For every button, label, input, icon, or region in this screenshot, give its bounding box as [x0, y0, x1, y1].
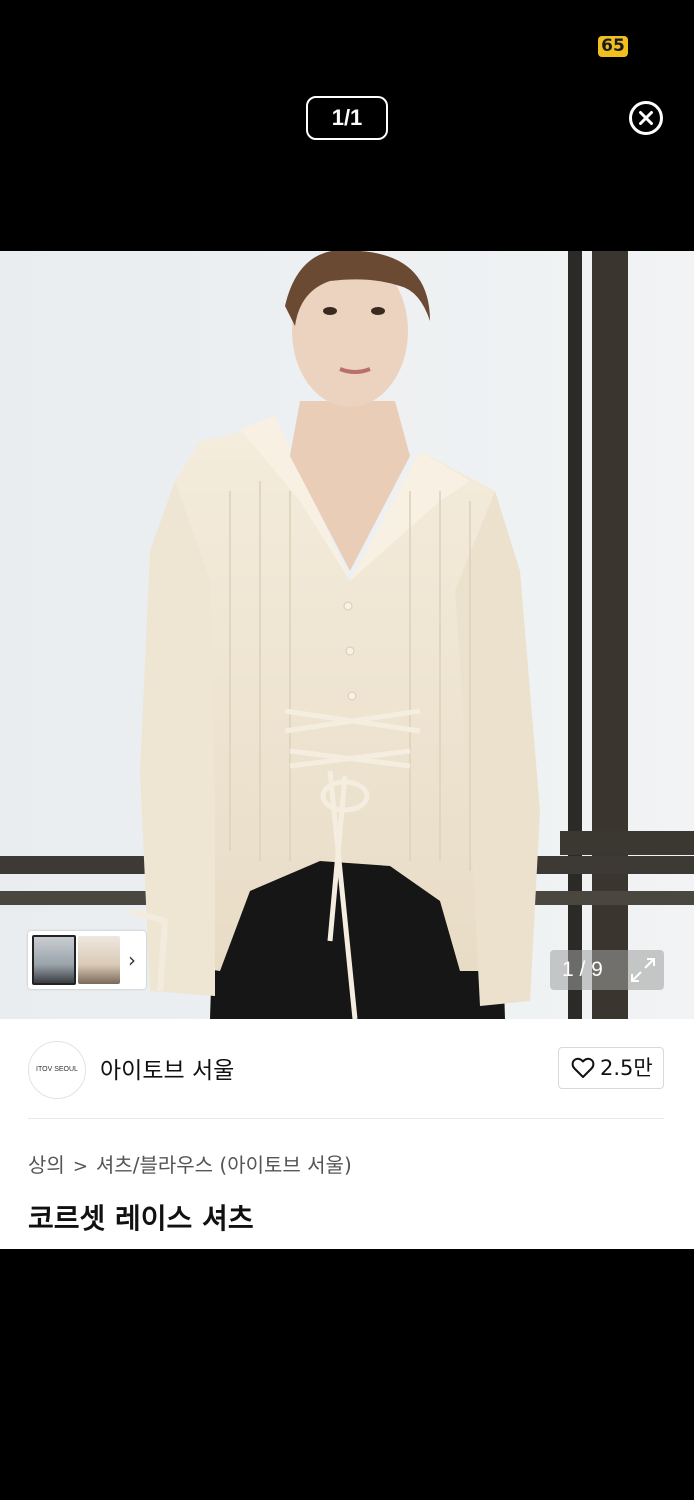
breadcrumb-subcategory[interactable]: 셔츠/블라우스 (아이토브 서울) — [96, 1153, 352, 1177]
breadcrumb-category[interactable]: 상의 — [28, 1153, 65, 1177]
chevron-right-icon[interactable]: › — [128, 948, 136, 972]
product-photo-image — [0, 251, 694, 1019]
thumbnail-strip[interactable]: › — [28, 931, 146, 989]
like-count: 2.5만 — [600, 1056, 653, 1080]
brand-row: ITOV SEOUL 아이토브 서울 2.5만 — [0, 1019, 694, 1119]
screenshot-panel: › 1 / 9 ITOV SEOUL 아이토브 서울 2.5만 상의 > 셔츠/… — [0, 251, 694, 1249]
brand-logo[interactable]: ITOV SEOUL — [28, 1041, 86, 1099]
product-photo[interactable]: › 1 / 9 — [0, 251, 694, 1019]
photo-counter-text: 1 / 9 — [562, 958, 603, 981]
close-button[interactable] — [628, 100, 664, 136]
image-viewer: 65 1/1 › 1 / 9 ITOV SEOUL 아이토브 서울 2.5만 상… — [0, 0, 694, 1500]
breadcrumb: 상의 > 셔츠/블라우스 (아이토브 서울) — [28, 1149, 352, 1178]
battery-indicator: 65 — [598, 36, 628, 57]
chevron-right-icon: > — [72, 1156, 88, 1177]
close-circle-icon — [629, 101, 663, 135]
divider — [28, 1118, 664, 1119]
expand-icon[interactable] — [630, 957, 656, 983]
thumbnail-image[interactable] — [78, 936, 120, 984]
photo-counter: 1 / 9 — [550, 950, 664, 990]
heart-outline-icon — [571, 1057, 595, 1078]
image-counter: 1/1 — [306, 96, 388, 140]
like-button[interactable]: 2.5만 — [558, 1047, 664, 1089]
brand-name[interactable]: 아이토브 서울 — [100, 1051, 234, 1085]
product-title: 코르셋 레이스 셔츠 — [28, 1202, 254, 1235]
thumbnail-image[interactable] — [32, 935, 76, 985]
